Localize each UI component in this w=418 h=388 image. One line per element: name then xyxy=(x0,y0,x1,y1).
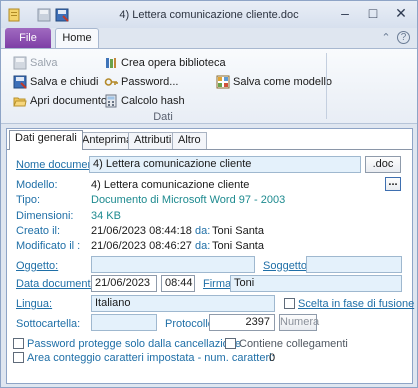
close-button[interactable]: ✕ xyxy=(387,4,415,24)
merge-choice-label: Scelta in fase di fusione xyxy=(298,298,415,310)
merge-choice-checkbox[interactable] xyxy=(284,298,295,309)
doc-name-field[interactable]: 4) Lettera comunicazione cliente xyxy=(89,156,361,173)
save-icon xyxy=(13,56,27,70)
ribbon-group-label: Dati xyxy=(153,111,173,123)
password-ribbon-button[interactable]: Password... xyxy=(104,74,178,90)
extension-button[interactable]: .doc xyxy=(365,156,401,173)
type-label: Tipo: xyxy=(16,194,41,206)
char-count-checkbox[interactable] xyxy=(13,352,24,363)
model-grid-icon xyxy=(216,75,230,89)
key-icon xyxy=(104,75,118,89)
save-close-ribbon-button[interactable]: Salva e chiudi xyxy=(13,74,99,90)
collapse-ribbon-icon[interactable]: ⌃ xyxy=(379,31,393,45)
password-delete-label: Password protegge solo dalla cancellazio… xyxy=(27,338,242,350)
model-label: Modello: xyxy=(16,179,58,191)
open-folder-icon xyxy=(13,94,27,108)
calc-hash-ribbon-button[interactable]: Calcolo hash xyxy=(104,93,185,109)
language-label: Lingua: xyxy=(16,298,53,310)
maximize-button[interactable]: □ xyxy=(359,4,387,24)
subject-field[interactable] xyxy=(306,256,402,273)
ribbon-group-separator xyxy=(326,53,327,119)
minimize-button[interactable]: – xyxy=(331,4,359,24)
title-bar: 4) Lettera comunicazione cliente.doc – □… xyxy=(1,1,417,28)
password-label: Password... xyxy=(121,76,179,88)
tab-home[interactable]: Home xyxy=(55,28,99,49)
doc-time-field[interactable]: 08:44 xyxy=(161,275,195,292)
create-library-label: Crea opera biblioteca xyxy=(121,57,226,69)
open-document-ribbon-button[interactable]: Apri documento xyxy=(13,93,107,109)
size-value: 34 KB xyxy=(91,210,121,222)
save-close-icon xyxy=(13,75,27,89)
create-library-ribbon-button[interactable]: Crea opera biblioteca xyxy=(104,55,226,71)
modified-by-label: da: xyxy=(195,240,211,252)
document-properties-window: 4) Lettera comunicazione cliente.doc – □… xyxy=(0,0,418,388)
calc-hash-label: Calcolo hash xyxy=(121,95,185,107)
signature-field[interactable]: Toni xyxy=(230,275,402,292)
created-by-label: da: xyxy=(195,225,211,237)
ribbon: Salva Salva e chiudi Apri documento Crea… xyxy=(1,48,417,124)
subfolder-label: Sottocartella: xyxy=(16,318,81,330)
model-value: 4) Lettera comunicazione cliente xyxy=(91,179,250,191)
properties-panel: Dati generali Anteprima Attributi Altro … xyxy=(6,128,415,384)
protocol-field[interactable]: 2397 xyxy=(209,314,275,331)
modified-label: Modificato il : xyxy=(16,240,81,252)
subject-label: Soggetto: xyxy=(263,260,311,272)
language-field[interactable]: Italiano xyxy=(91,295,275,312)
created-value: 21/06/2023 08:44:18 xyxy=(91,225,192,237)
number-button[interactable]: Numera xyxy=(279,314,319,331)
save-close-label: Salva e chiudi xyxy=(30,76,99,88)
contains-links-checkbox[interactable] xyxy=(225,338,236,349)
modified-by-value: Toni Santa xyxy=(212,240,264,252)
created-label: Creato il: xyxy=(16,225,61,237)
object-field[interactable] xyxy=(91,256,255,273)
size-label: Dimensioni: xyxy=(16,210,74,222)
tab-file[interactable]: File xyxy=(5,28,51,48)
doc-date-field[interactable]: 21/06/2023 xyxy=(91,275,157,292)
help-icon[interactable]: ? xyxy=(397,31,410,44)
type-value: Documento di Microsoft Word 97 - 2003 xyxy=(91,194,286,206)
library-icon xyxy=(104,56,118,70)
tab-attributi[interactable]: Attributi xyxy=(128,132,178,149)
password-delete-checkbox[interactable] xyxy=(13,338,24,349)
open-document-label: Apri documento xyxy=(30,95,108,107)
save-label: Salva xyxy=(30,57,58,69)
save-as-model-label: Salva come modello xyxy=(233,76,333,88)
tab-dati-generali[interactable]: Dati generali xyxy=(9,130,83,150)
doc-date-label: Data documento: xyxy=(16,278,100,290)
save-as-model-ribbon-button[interactable]: Salva come modello xyxy=(216,74,332,90)
created-by-value: Toni Santa xyxy=(212,225,264,237)
calculator-icon xyxy=(104,94,118,108)
object-label: Oggetto: xyxy=(16,260,59,272)
tab-altro[interactable]: Altro xyxy=(172,132,207,149)
modified-value: 21/06/2023 08:46:27 xyxy=(91,240,192,252)
ribbon-tabstrip: File Home ⌃ ? xyxy=(1,28,417,49)
subfolder-field[interactable] xyxy=(91,314,157,331)
char-count-value: 0 xyxy=(269,352,276,364)
contains-links-label: Contiene collegamenti xyxy=(239,338,348,350)
char-count-label: Area conteggio caratteri impostata - num… xyxy=(27,352,275,364)
browse-model-button[interactable]: ... xyxy=(385,177,401,191)
save-ribbon-button[interactable]: Salva xyxy=(13,55,58,71)
